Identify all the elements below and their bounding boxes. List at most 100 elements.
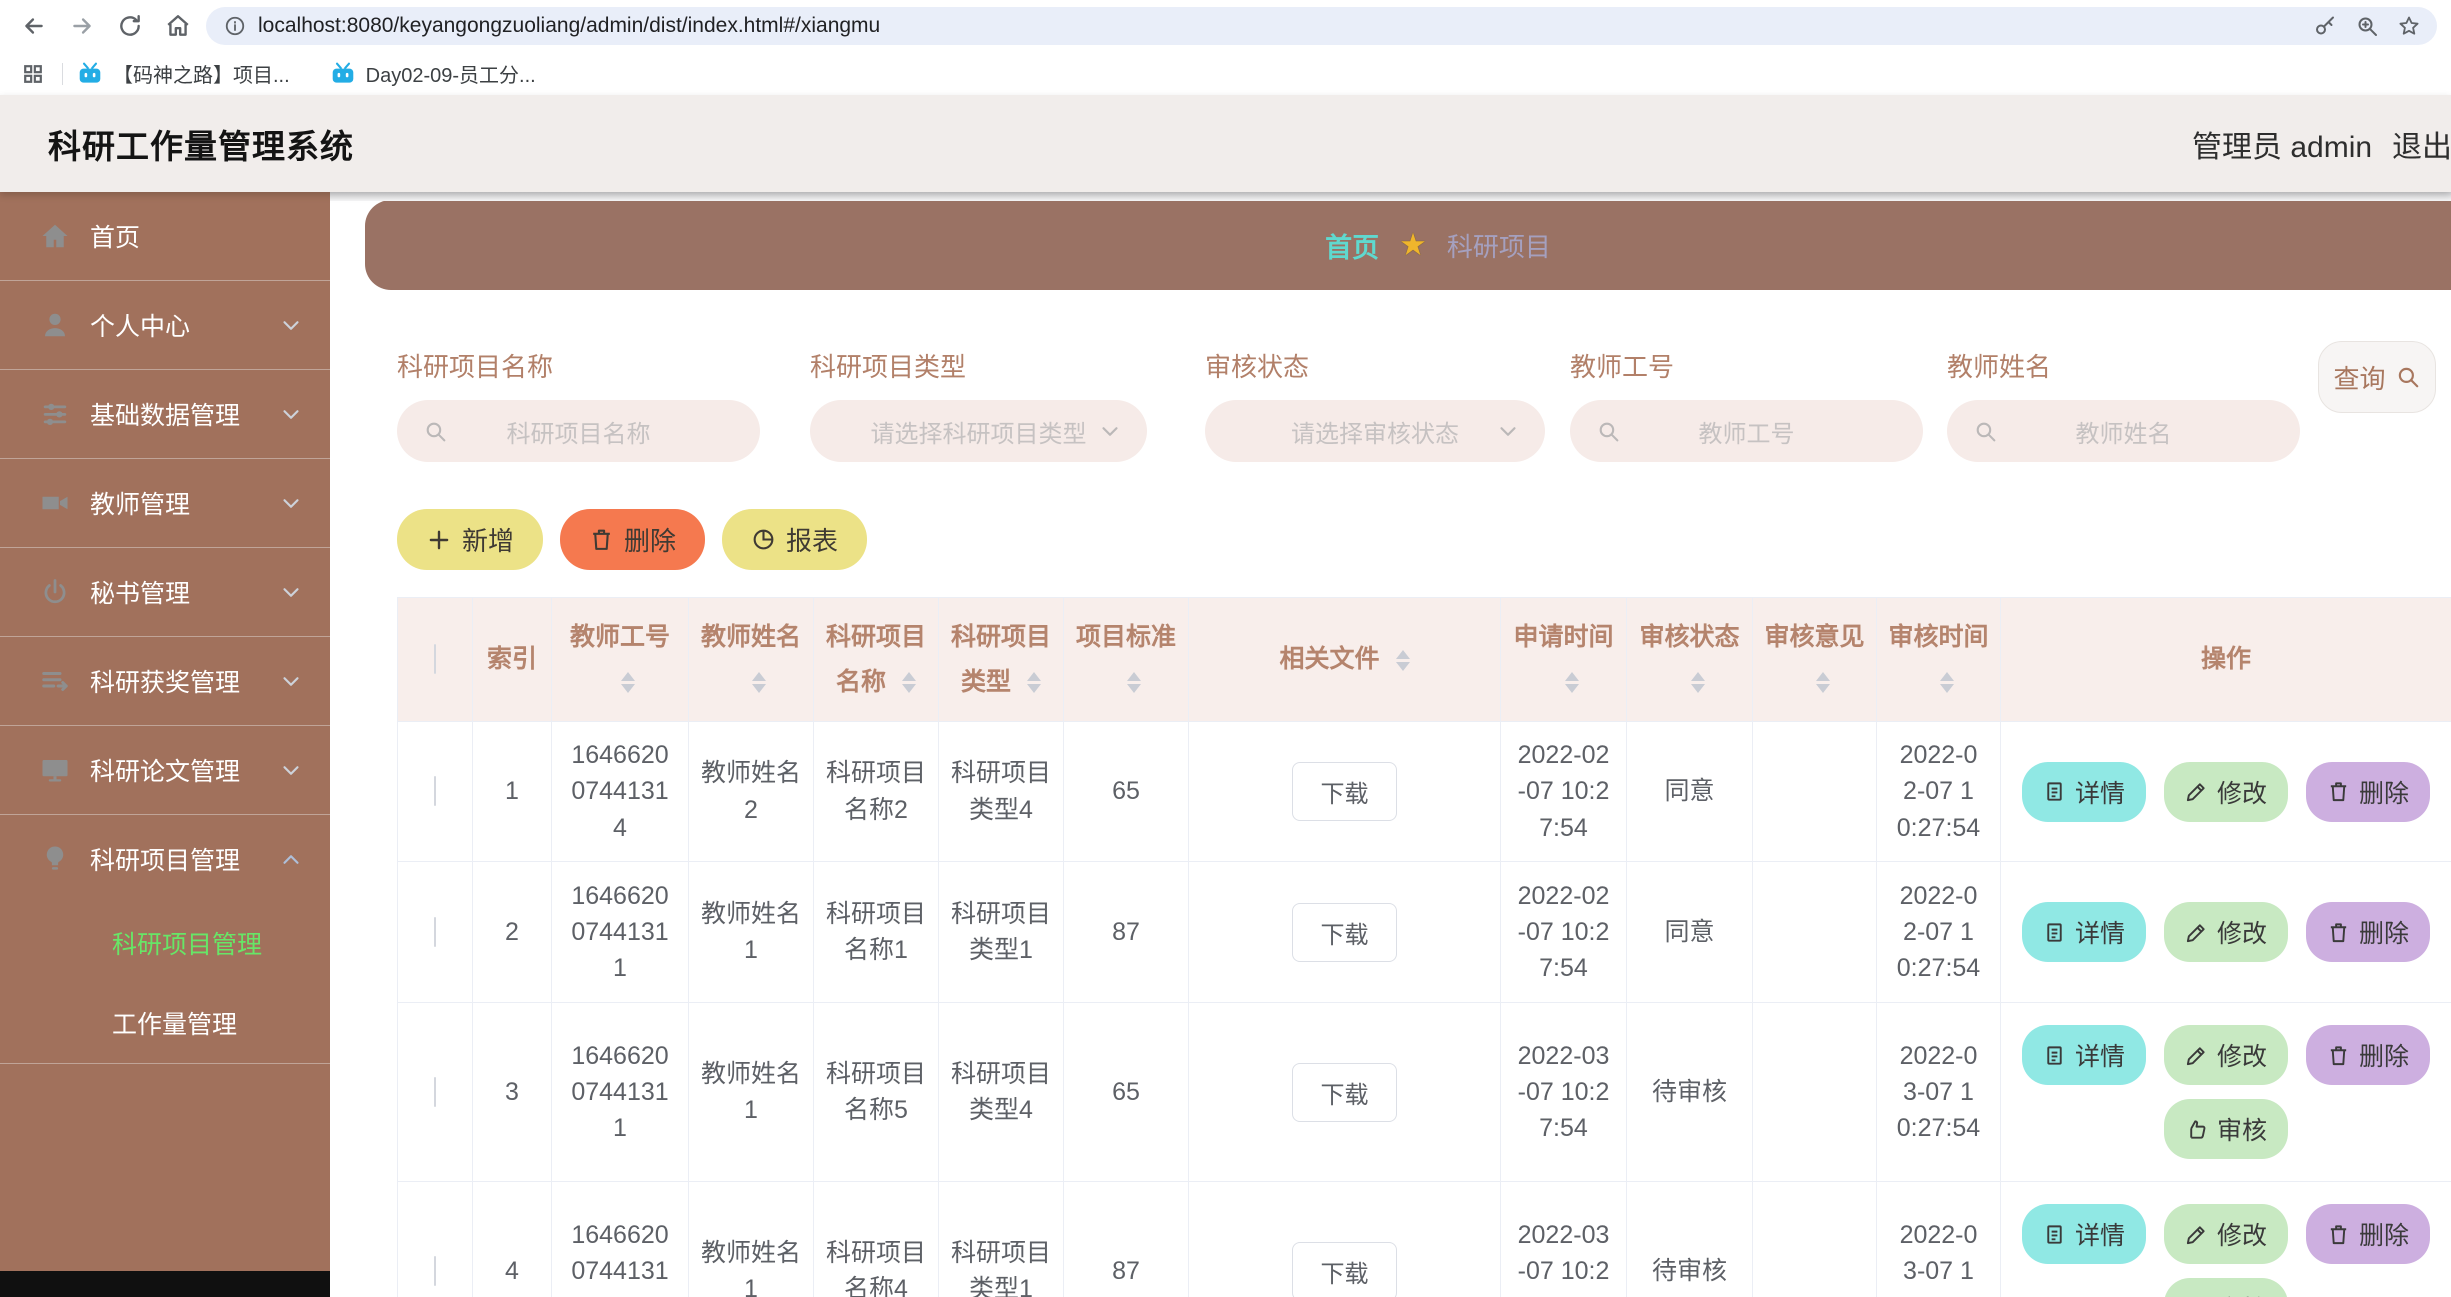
filter-select[interactable]: 请选择科研项目类型 <box>810 400 1147 462</box>
sidebar-item-1[interactable]: 首页 <box>0 192 330 280</box>
search-button[interactable]: 查询 <box>2318 341 2436 413</box>
sort-caret-icon[interactable] <box>1127 669 1141 696</box>
logout-button[interactable]: 退出登录 <box>2392 122 2451 166</box>
detail-button[interactable]: 详情 <box>2021 902 2146 962</box>
column-header[interactable]: 申请时间 <box>1500 597 1627 722</box>
edit-button[interactable]: 修改 <box>2163 761 2288 822</box>
forward-icon[interactable] <box>62 6 102 46</box>
column-header[interactable]: 相关文件 <box>1188 597 1501 722</box>
download-button[interactable]: 下载 <box>1292 1241 1397 1297</box>
filter-input[interactable]: 教师工号 <box>1570 400 1923 462</box>
chevron-down-icon <box>1495 418 1521 444</box>
index-cell: 2 <box>472 861 552 1003</box>
projects-table-wrap: 索引 教师工号 教师姓名 科研项目名称 科研项目类型 项目标准 相关文件 申请时间 审核状态 审核… <box>397 597 2451 1297</box>
url-bar[interactable]: localhost:8080/keyangongzuoliang/admin/d… <box>206 7 2437 45</box>
filter-input[interactable]: 科研项目名称 <box>397 400 760 462</box>
monitor-icon <box>40 755 70 785</box>
column-header[interactable]: 项目标准 <box>1063 597 1189 722</box>
password-key-icon[interactable] <box>2313 14 2337 38</box>
add-button[interactable]: 新增 <box>397 509 544 570</box>
bookmark-item-1[interactable]: 【码神之路】项目... <box>77 59 290 88</box>
apply-time-cell: 2022-02-07 10:27:54 <box>1500 721 1627 862</box>
delete-button[interactable]: 删除 <box>560 509 706 570</box>
sort-caret-icon[interactable] <box>1564 669 1579 696</box>
sort-caret-icon[interactable] <box>621 669 635 696</box>
column-header[interactable]: 科研项目类型 <box>938 597 1064 722</box>
row-delete-button[interactable]: 删除 <box>2306 1204 2431 1264</box>
column-header-label: 项目标准 <box>1075 622 1176 651</box>
sort-caret-icon[interactable] <box>1027 669 1041 696</box>
zoom-in-icon[interactable] <box>2355 14 2379 38</box>
sidebar-item-2[interactable]: 个人中心 <box>0 281 330 369</box>
detail-button[interactable]: 详情 <box>2021 761 2146 822</box>
row-checkbox[interactable] <box>434 1255 436 1286</box>
sidebar-group: 科研获奖管理 <box>0 637 330 726</box>
audit-button[interactable]: 审核 <box>2163 1099 2288 1159</box>
apply-time-cell: 2022-02-07 10:27:54 <box>1500 861 1627 1003</box>
teacher-name-cell: 教师姓名1 <box>688 1002 814 1182</box>
row-delete-button[interactable]: 删除 <box>2306 761 2431 822</box>
sidebar-item-3[interactable]: 基础数据管理 <box>0 370 330 458</box>
audit-opinion-cell <box>1752 721 1877 862</box>
input-placeholder: 教师工号 <box>1698 420 1795 448</box>
bookmarks-divider <box>62 62 63 85</box>
download-button[interactable]: 下载 <box>1292 1062 1397 1122</box>
reload-icon[interactable] <box>110 6 150 46</box>
audit-button[interactable]: 审核 <box>2163 1278 2288 1297</box>
sort-caret-icon[interactable] <box>1815 669 1830 696</box>
bookmark-star-icon[interactable] <box>2397 14 2421 38</box>
column-header[interactable]: 科研项目名称 <box>813 597 939 722</box>
select-all-checkbox[interactable] <box>434 644 436 674</box>
home-nav-icon[interactable] <box>158 6 198 46</box>
sidebar-item-label: 科研项目管理 <box>90 847 241 875</box>
sort-caret-icon[interactable] <box>902 669 916 696</box>
breadcrumb-home-link[interactable]: 首页 <box>1325 226 1379 265</box>
detail-button[interactable]: 详情 <box>2021 1204 2146 1264</box>
bookmark-label: 【码神之路】项目... <box>113 65 290 87</box>
trash-icon <box>2327 780 2350 803</box>
sort-caret-icon[interactable] <box>1395 647 1410 674</box>
detail-button[interactable]: 详情 <box>2021 1025 2146 1085</box>
site-info-icon[interactable] <box>224 15 246 37</box>
column-header[interactable]: 审核时间 <box>1876 597 2001 722</box>
column-header[interactable]: 教师工号 <box>551 597 689 722</box>
bookmark-item-2[interactable]: Day02-09-员工分... <box>330 59 536 88</box>
search-icon <box>1596 419 1621 444</box>
sort-caret-icon[interactable] <box>1939 669 1954 696</box>
sidebar-item-8[interactable]: 科研项目管理 <box>0 815 330 903</box>
download-button[interactable]: 下载 <box>1292 902 1397 962</box>
row-delete-button[interactable]: 删除 <box>2306 902 2431 962</box>
filter-input[interactable]: 教师姓名 <box>1947 400 2300 462</box>
column-header[interactable]: 审核意见 <box>1752 597 1877 722</box>
row-delete-button[interactable]: 删除 <box>2306 1025 2431 1085</box>
sidebar-item-5[interactable]: 秘书管理 <box>0 548 330 636</box>
sort-caret-icon[interactable] <box>1690 669 1705 696</box>
row-checkbox[interactable] <box>434 916 436 947</box>
search-icon <box>2398 367 2418 388</box>
edit-button[interactable]: 修改 <box>2163 902 2288 962</box>
back-icon[interactable] <box>14 6 54 46</box>
sidebar-item-6[interactable]: 科研获奖管理 <box>0 637 330 725</box>
sort-caret-icon[interactable] <box>752 669 766 696</box>
column-header[interactable]: 教师姓名 <box>688 597 814 722</box>
apps-grid-icon[interactable] <box>18 59 48 89</box>
column-header[interactable]: 审核状态 <box>1626 597 1753 722</box>
download-button[interactable]: 下载 <box>1292 762 1397 821</box>
audit-time-cell: 2022-03-07 10:27:54 <box>1876 1181 2001 1297</box>
sidebar-subitem-2[interactable]: 工作量管理 <box>0 983 330 1063</box>
sidebar-subitem-1[interactable]: 科研项目管理 <box>0 903 330 983</box>
report-button[interactable]: 报表 <box>722 509 868 570</box>
row-checkbox[interactable] <box>434 776 436 807</box>
sidebar-item-4[interactable]: 教师管理 <box>0 459 330 547</box>
select-all-header-cell <box>397 597 473 722</box>
teacher-id-cell: 164662007441311 <box>551 1181 689 1297</box>
row-checkbox[interactable] <box>434 1076 436 1107</box>
filter-label: 科研项目名称 <box>397 352 554 382</box>
edit-button[interactable]: 修改 <box>2163 1204 2288 1264</box>
edit-button[interactable]: 修改 <box>2163 1025 2288 1085</box>
audit-opinion-cell <box>1752 861 1877 1003</box>
filter-select[interactable]: 请选择审核状态 <box>1205 400 1545 462</box>
sidebar-item-7[interactable]: 科研论文管理 <box>0 726 330 814</box>
column-header-label: 相关文件 <box>1279 645 1380 673</box>
url-text[interactable]: localhost:8080/keyangongzuoliang/admin/d… <box>258 14 880 38</box>
